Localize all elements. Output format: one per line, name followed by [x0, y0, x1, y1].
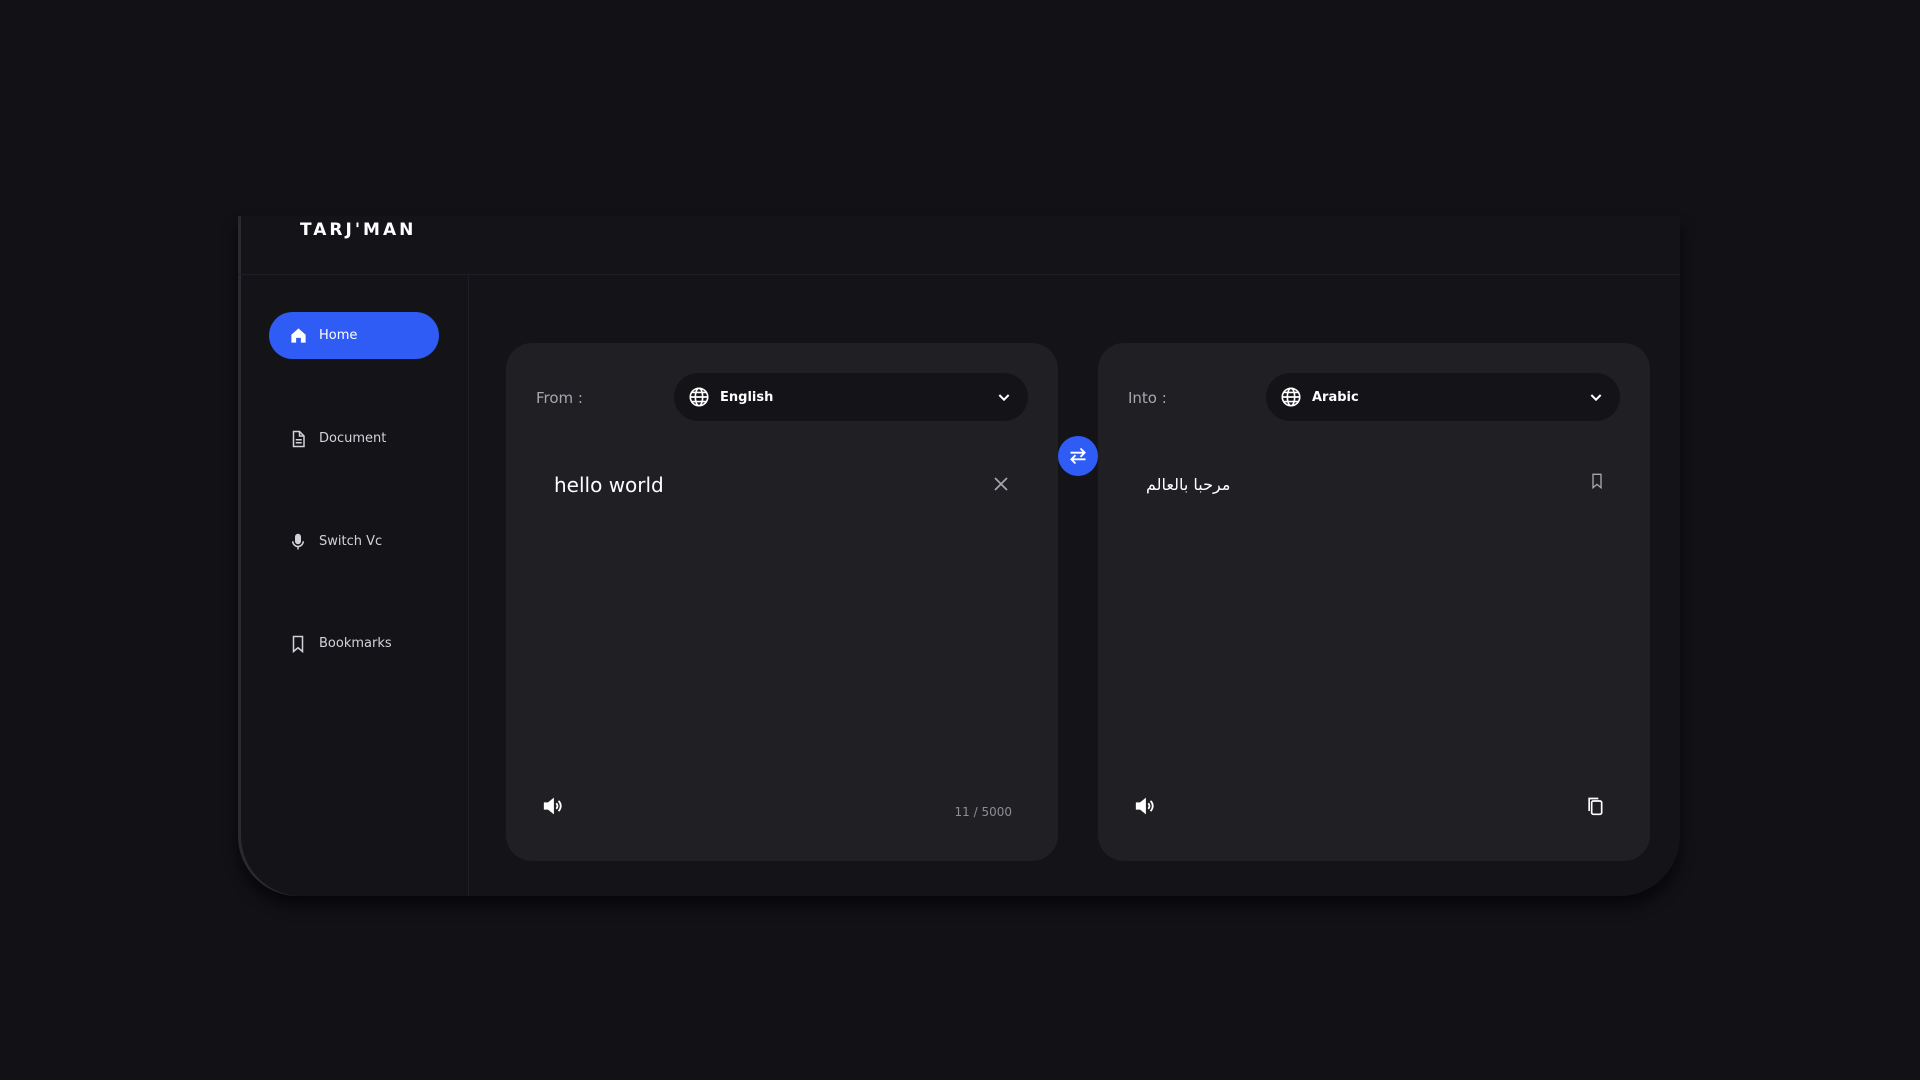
- close-icon: [994, 477, 1008, 491]
- character-counter: 11 / 5000: [954, 805, 1012, 819]
- bookmark-button[interactable]: [1584, 468, 1610, 494]
- target-language-select[interactable]: Arabic: [1266, 373, 1620, 421]
- bookmark-icon: [288, 634, 308, 654]
- brand-logo: TARJ'MAN: [300, 220, 417, 240]
- source-language-select[interactable]: English: [674, 373, 1028, 421]
- source-label: From :: [536, 389, 583, 407]
- sidebar-item-label: Document: [319, 431, 387, 446]
- sidebar-item-document[interactable]: Document: [269, 415, 439, 462]
- translated-text: مرحبا بالعالم: [1146, 475, 1231, 494]
- speaker-icon: [1135, 797, 1154, 815]
- clear-button[interactable]: [988, 471, 1014, 497]
- copy-button[interactable]: [1582, 793, 1608, 819]
- source-text-input[interactable]: hello world: [554, 473, 954, 673]
- home-icon: [288, 326, 308, 346]
- target-label: Into :: [1128, 389, 1167, 407]
- target-language-name: Arabic: [1312, 389, 1359, 405]
- source-speak-button[interactable]: [540, 793, 566, 819]
- target-speak-button[interactable]: [1132, 793, 1158, 819]
- app-window: TARJ'MAN Home Document Switch Vc Bookmar…: [238, 216, 1680, 896]
- document-icon: [288, 429, 308, 449]
- sidebar-item-label: Home: [319, 328, 358, 343]
- source-language-name: English: [720, 389, 774, 405]
- chevron-down-icon: [1590, 394, 1602, 402]
- globe-icon: [1281, 387, 1301, 407]
- swap-languages-button[interactable]: [1058, 436, 1098, 476]
- target-panel: Into : Arabic مرحبا بالعالم: [1098, 343, 1650, 861]
- swap-icon: [1070, 447, 1086, 465]
- sidebar-item-home[interactable]: Home: [269, 312, 439, 359]
- sidebar-item-label: Bookmarks: [319, 636, 392, 651]
- sidebar-item-bookmarks[interactable]: Bookmarks: [269, 620, 439, 667]
- chevron-down-icon: [998, 394, 1010, 402]
- sidebar-divider: [468, 274, 469, 896]
- microphone-icon: [288, 532, 308, 552]
- sidebar-item-switch-vc[interactable]: Switch Vc: [269, 518, 439, 565]
- source-panel: From : English hello world 11 / 5000: [506, 343, 1058, 861]
- header-divider: [238, 274, 1680, 275]
- bookmark-icon: [1592, 473, 1602, 490]
- copy-icon: [1588, 797, 1603, 816]
- sidebar-item-label: Switch Vc: [319, 534, 383, 549]
- globe-icon: [689, 387, 709, 407]
- speaker-icon: [543, 797, 562, 815]
